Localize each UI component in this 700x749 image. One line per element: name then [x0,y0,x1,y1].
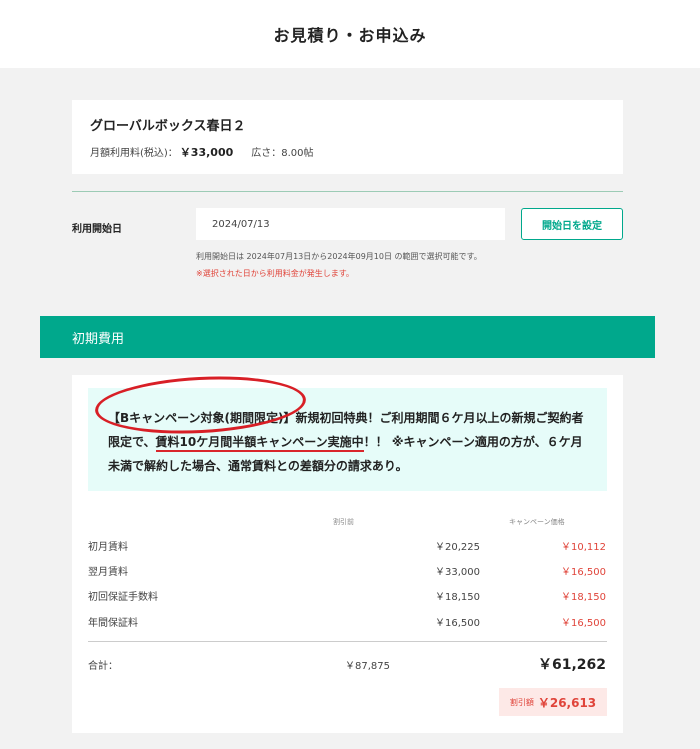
fee-row: 初回保証手数料 ￥18,150 ￥18,150 [88,588,607,603]
fee-row-label: 翌月賃料 [88,567,128,578]
monthly-fee-value: ￥33,000 [179,146,234,159]
total-campaign: ￥61,262 [537,657,606,673]
total-divider [88,641,607,642]
fee-row-original: ￥18,150 [435,592,480,603]
fee-row-original: ￥20,225 [435,542,480,553]
fee-row-label: 初回保証手数料 [88,592,158,603]
start-date-label: 利用開始日 [72,224,122,235]
discount-value: ￥26,613 [537,695,597,710]
column-header-original: 割引前 [333,518,354,526]
column-header-campaign: キャンペーン価格 [509,518,565,526]
start-date-warning-note: ※選択された日から利用料金が発生します。 [196,269,354,278]
start-date-range-note: 利用開始日は 2024年07月13日から2024年09月10日 の範囲で選択可能… [196,252,482,261]
monthly-fee-label: 月額利用料(税込)： [90,148,178,159]
fee-row-original: ￥33,000 [435,567,480,578]
product-card: グローバルボックス春日２ 月額利用料(税込)： ￥33,000 広さ： 8.00… [72,100,623,174]
fee-row-campaign: ￥10,112 [561,542,606,553]
total-original: ￥87,875 [345,661,390,672]
product-name: グローバルボックス春日２ [90,119,246,134]
initial-costs-title: 初期費用 [72,331,125,347]
area-value: 8.00帖 [281,148,314,159]
fee-row-label: 初月賃料 [88,542,128,553]
discount-label: 割引額 [509,697,534,707]
fee-row-label: 年間保証料 [88,618,138,629]
fee-row: 年間保証料 ￥16,500 ￥16,500 [88,614,607,629]
fee-row-campaign: ￥16,500 [561,618,606,629]
discount-badge: 割引額 ￥26,613 [499,688,607,716]
initial-costs-header: 初期費用 [40,316,655,358]
page-title: お見積り・お申込み [273,26,427,45]
fee-row: 初月賃料 ￥20,225 ￥10,112 [88,538,607,553]
product-meta: 月額利用料(税込)： ￥33,000 広さ： 8.00帖 [90,144,605,160]
section-divider [72,191,623,192]
fee-row-campaign: ￥18,150 [561,592,606,603]
set-start-date-button[interactable]: 開始日を設定 [521,208,623,240]
start-date-input[interactable] [196,208,505,240]
fee-row-original: ￥16,500 [435,618,480,629]
fee-row-campaign: ￥16,500 [561,567,606,578]
area-label: 広さ： [251,148,282,159]
page-header: お見積り・お申込み [0,0,700,68]
total-label: 合計： [88,661,118,672]
campaign-text-emphasis: 賃料10ケ月間半額キャンペーン実施中 [155,435,364,452]
fee-row: 翌月賃料 ￥33,000 ￥16,500 [88,563,607,578]
